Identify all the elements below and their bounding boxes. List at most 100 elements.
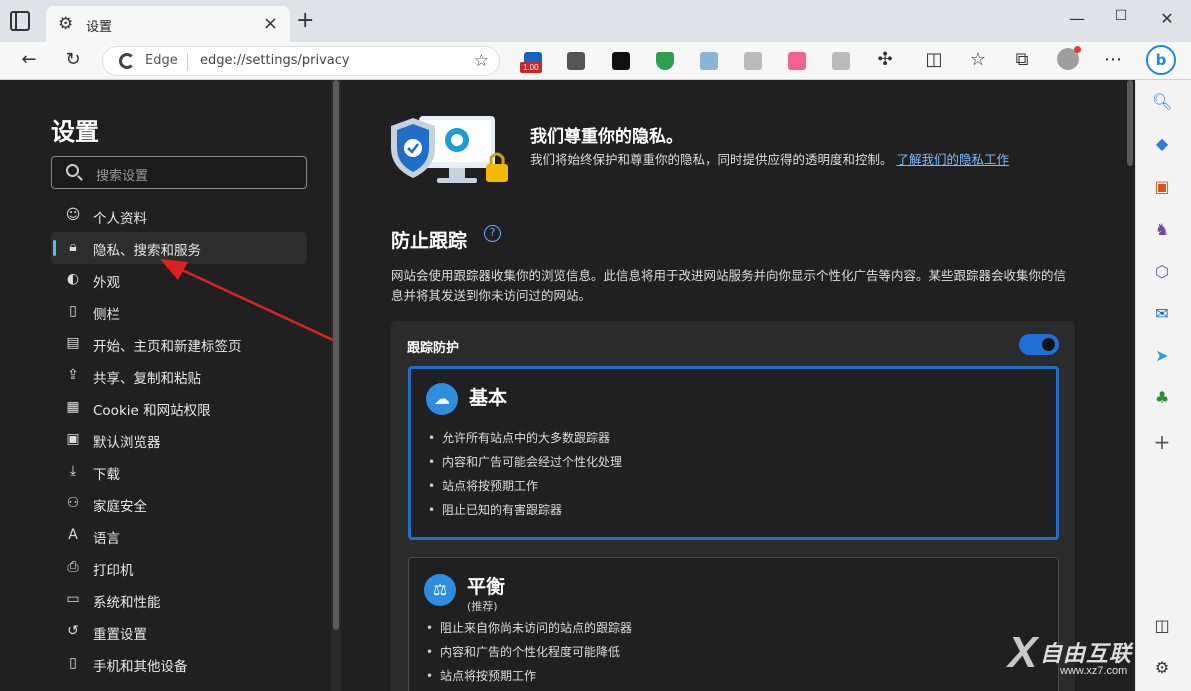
add-favorite-icon[interactable]: ☆ — [474, 51, 489, 71]
tab-title: 设置 — [86, 20, 113, 35]
tab-actions-icon[interactable] — [10, 11, 30, 31]
split-screen-icon[interactable]: ◫ — [923, 50, 945, 70]
toggle-knob — [1042, 338, 1055, 351]
extension-document-icon[interactable] — [744, 52, 762, 70]
address-url[interactable]: edge://settings/privacy — [200, 53, 350, 68]
sidebar-item-15[interactable]: ▯ 手机和其他设备 — [51, 648, 307, 680]
settings-title: 设置 — [51, 118, 99, 146]
bullet-item: 站点将按预期工作 — [428, 474, 622, 498]
maximize-button[interactable]: ☐ — [1110, 8, 1132, 24]
privacy-illustration — [391, 116, 508, 183]
sidebar-item-label: 下载 — [93, 467, 120, 483]
sidebar-item-14[interactable]: ↺ 重置设置 — [51, 616, 307, 648]
sidebar-settings-icon[interactable]: ⚙ — [1152, 658, 1172, 678]
edge-sidebar: 🔍︎ ◆ ▣ ♞ ⬡ ✉ ➤ ♣ + ◫ ⚙ — [1135, 80, 1191, 691]
bullet-item: 允许所有站点中的大多数跟踪器 — [428, 426, 622, 450]
address-bar[interactable]: Edge edge://settings/privacy ☆ — [102, 46, 500, 76]
settings-search-input[interactable]: 搜索设置 — [51, 156, 307, 189]
minimize-button[interactable]: — — [1066, 9, 1088, 28]
sidebar-item-8[interactable]: ▣ 默认浏览器 — [51, 424, 307, 456]
option-basic[interactable]: ☁ 基本 允许所有站点中的大多数跟踪器内容和广告可能会经过个性化处理站点将按预期… — [408, 366, 1059, 540]
add-sidebar-app-icon[interactable]: + — [1152, 432, 1172, 452]
balanced-title: 平衡 — [467, 576, 506, 598]
balanced-recommended: (推荐) — [467, 600, 498, 613]
sidebar-item-label: 外观 — [93, 275, 120, 291]
extension-photo-icon[interactable] — [832, 52, 850, 70]
sidebar-item-label: 隐私、搜索和服务 — [93, 243, 201, 259]
sidebar-item-label: 侧栏 — [93, 307, 120, 323]
reset-icon: ↺ — [67, 623, 79, 639]
send-icon[interactable]: ➤ — [1152, 346, 1172, 366]
sidebar-item-label: Cookie 和网站权限 — [93, 403, 211, 419]
privacy-learn-more-link[interactable]: 了解我们的隐私工作 — [897, 152, 1010, 167]
watermark-url: www.xz7.com — [1060, 665, 1128, 677]
refresh-icon[interactable]: ↻ — [62, 50, 84, 70]
extension-shield-icon[interactable] — [656, 52, 674, 70]
more-menu-icon[interactable]: ⋯ — [1102, 50, 1124, 70]
sidebar-item-1[interactable]: ☺ 个人资料 — [51, 200, 307, 232]
microsoft365-icon[interactable]: ⬡ — [1152, 262, 1172, 282]
option-balanced[interactable]: ⚖ 平衡 (推荐) 阻止来自你尚未访问的站点的跟踪器内容和广告的个性化程度可能降… — [408, 557, 1059, 691]
palette-icon: ◐ — [66, 271, 80, 287]
bullet-item: 阻止已知的有害跟踪器 — [428, 498, 622, 522]
help-icon[interactable]: ? — [484, 225, 501, 242]
sidebar-item-6[interactable]: ⇪ 共享、复制和粘贴 — [51, 360, 307, 392]
tab-settings[interactable]: ⚙ 设置 × — [46, 6, 290, 42]
sidebar-item-11[interactable]: A 语言 — [51, 520, 307, 552]
basic-title: 基本 — [469, 387, 508, 409]
main-scrollbar[interactable] — [1125, 80, 1135, 691]
favorites-icon[interactable]: ☆ — [967, 50, 989, 70]
tools-briefcase-icon[interactable]: ▣ — [1152, 177, 1172, 197]
system-icon: ▭ — [66, 591, 80, 607]
outlook-icon[interactable]: ✉ — [1152, 304, 1172, 324]
privacy-heading: 我们尊重你的隐私。 — [530, 127, 683, 147]
sidebar-item-5[interactable]: ▤ 开始、主页和新建标签页 — [51, 328, 307, 360]
printer-icon: ⎙ — [67, 559, 79, 575]
sidebar-item-10[interactable]: ⚇ 家庭安全 — [51, 488, 307, 520]
sidebar-item-label: 手机和其他设备 — [93, 659, 188, 675]
site-permissions-icon: ▦ — [66, 399, 80, 415]
sidebar-item-label: 打印机 — [93, 563, 134, 579]
privacy-description: 我们将始终保护和尊重你的隐私，同时提供应得的透明度和控制。 了解我们的隐私工作 — [530, 150, 1070, 170]
watermark-logo-icon: X — [1008, 628, 1038, 677]
extension-image-icon[interactable] — [700, 52, 718, 70]
sidebar-item-13[interactable]: ▭ 系统和性能 — [51, 584, 307, 616]
profile-icon: ☺ — [65, 207, 81, 223]
bing-copilot-icon[interactable]: b — [1146, 45, 1176, 75]
sidebar-item-label: 家庭安全 — [93, 499, 147, 515]
extension-tv-icon[interactable] — [788, 52, 806, 70]
shopping-tag-icon[interactable]: ◆ — [1152, 134, 1172, 154]
collections-icon[interactable]: ⧉ — [1011, 50, 1033, 70]
main-scrollbar-thumb[interactable] — [1127, 80, 1133, 166]
close-tab-icon[interactable]: × — [263, 13, 278, 34]
sidebar-item-12[interactable]: ⎙ 打印机 — [51, 552, 307, 584]
family-icon: ⚇ — [66, 495, 80, 511]
games-icon[interactable]: ♞ — [1152, 220, 1172, 240]
sidebar-item-label: 开始、主页和新建标签页 — [93, 339, 242, 355]
main-content: 我们尊重你的隐私。 我们将始终保护和尊重你的隐私，同时提供应得的透明度和控制。 … — [341, 80, 1125, 691]
home-tab-icon: ▤ — [66, 335, 80, 351]
new-tab-icon[interactable]: + — [296, 10, 314, 32]
privacy-desc-text: 我们将始终保护和尊重你的隐私，同时提供应得的透明度和控制。 — [530, 152, 893, 167]
bullet-item: 内容和广告的个性化程度可能降低 — [426, 640, 632, 664]
extensions-puzzle-icon[interactable]: ✣ — [874, 50, 896, 70]
back-icon[interactable]: ← — [18, 50, 40, 70]
sidebar-icon: ▯ — [69, 303, 77, 319]
toolbar: ← ↻ Edge edge://settings/privacy ☆ ✣ ◫ ☆… — [0, 42, 1191, 80]
tree-icon[interactable]: ♣ — [1152, 388, 1172, 408]
extension-l-icon[interactable] — [612, 52, 630, 70]
tracking-prevention-toggle[interactable] — [1019, 334, 1059, 355]
sidebar-item-2[interactable]: 🔒︎ 隐私、搜索和服务 — [51, 232, 307, 264]
bullet-item: 阻止来自你尚未访问的站点的跟踪器 — [426, 616, 632, 640]
extension-tampermonkey-icon[interactable] — [567, 52, 585, 70]
sidebar-item-7[interactable]: ▦ Cookie 和网站权限 — [51, 392, 307, 424]
sidebar-item-3[interactable]: ◐ 外观 — [51, 264, 307, 296]
close-window-button[interactable]: ✕ — [1156, 9, 1178, 28]
sidebar-item-4[interactable]: ▯ 侧栏 — [51, 296, 307, 328]
search-sidebar-icon[interactable]: 🔍︎ — [1152, 92, 1172, 112]
basic-mode-icon: ☁ — [426, 383, 458, 415]
sidebar-layout-icon[interactable]: ◫ — [1152, 616, 1172, 636]
sidebar-item-9[interactable]: ⤓ 下载 — [51, 456, 307, 488]
share-icon: ⇪ — [67, 367, 79, 383]
sidebar-scrollbar-thumb[interactable] — [333, 80, 339, 630]
